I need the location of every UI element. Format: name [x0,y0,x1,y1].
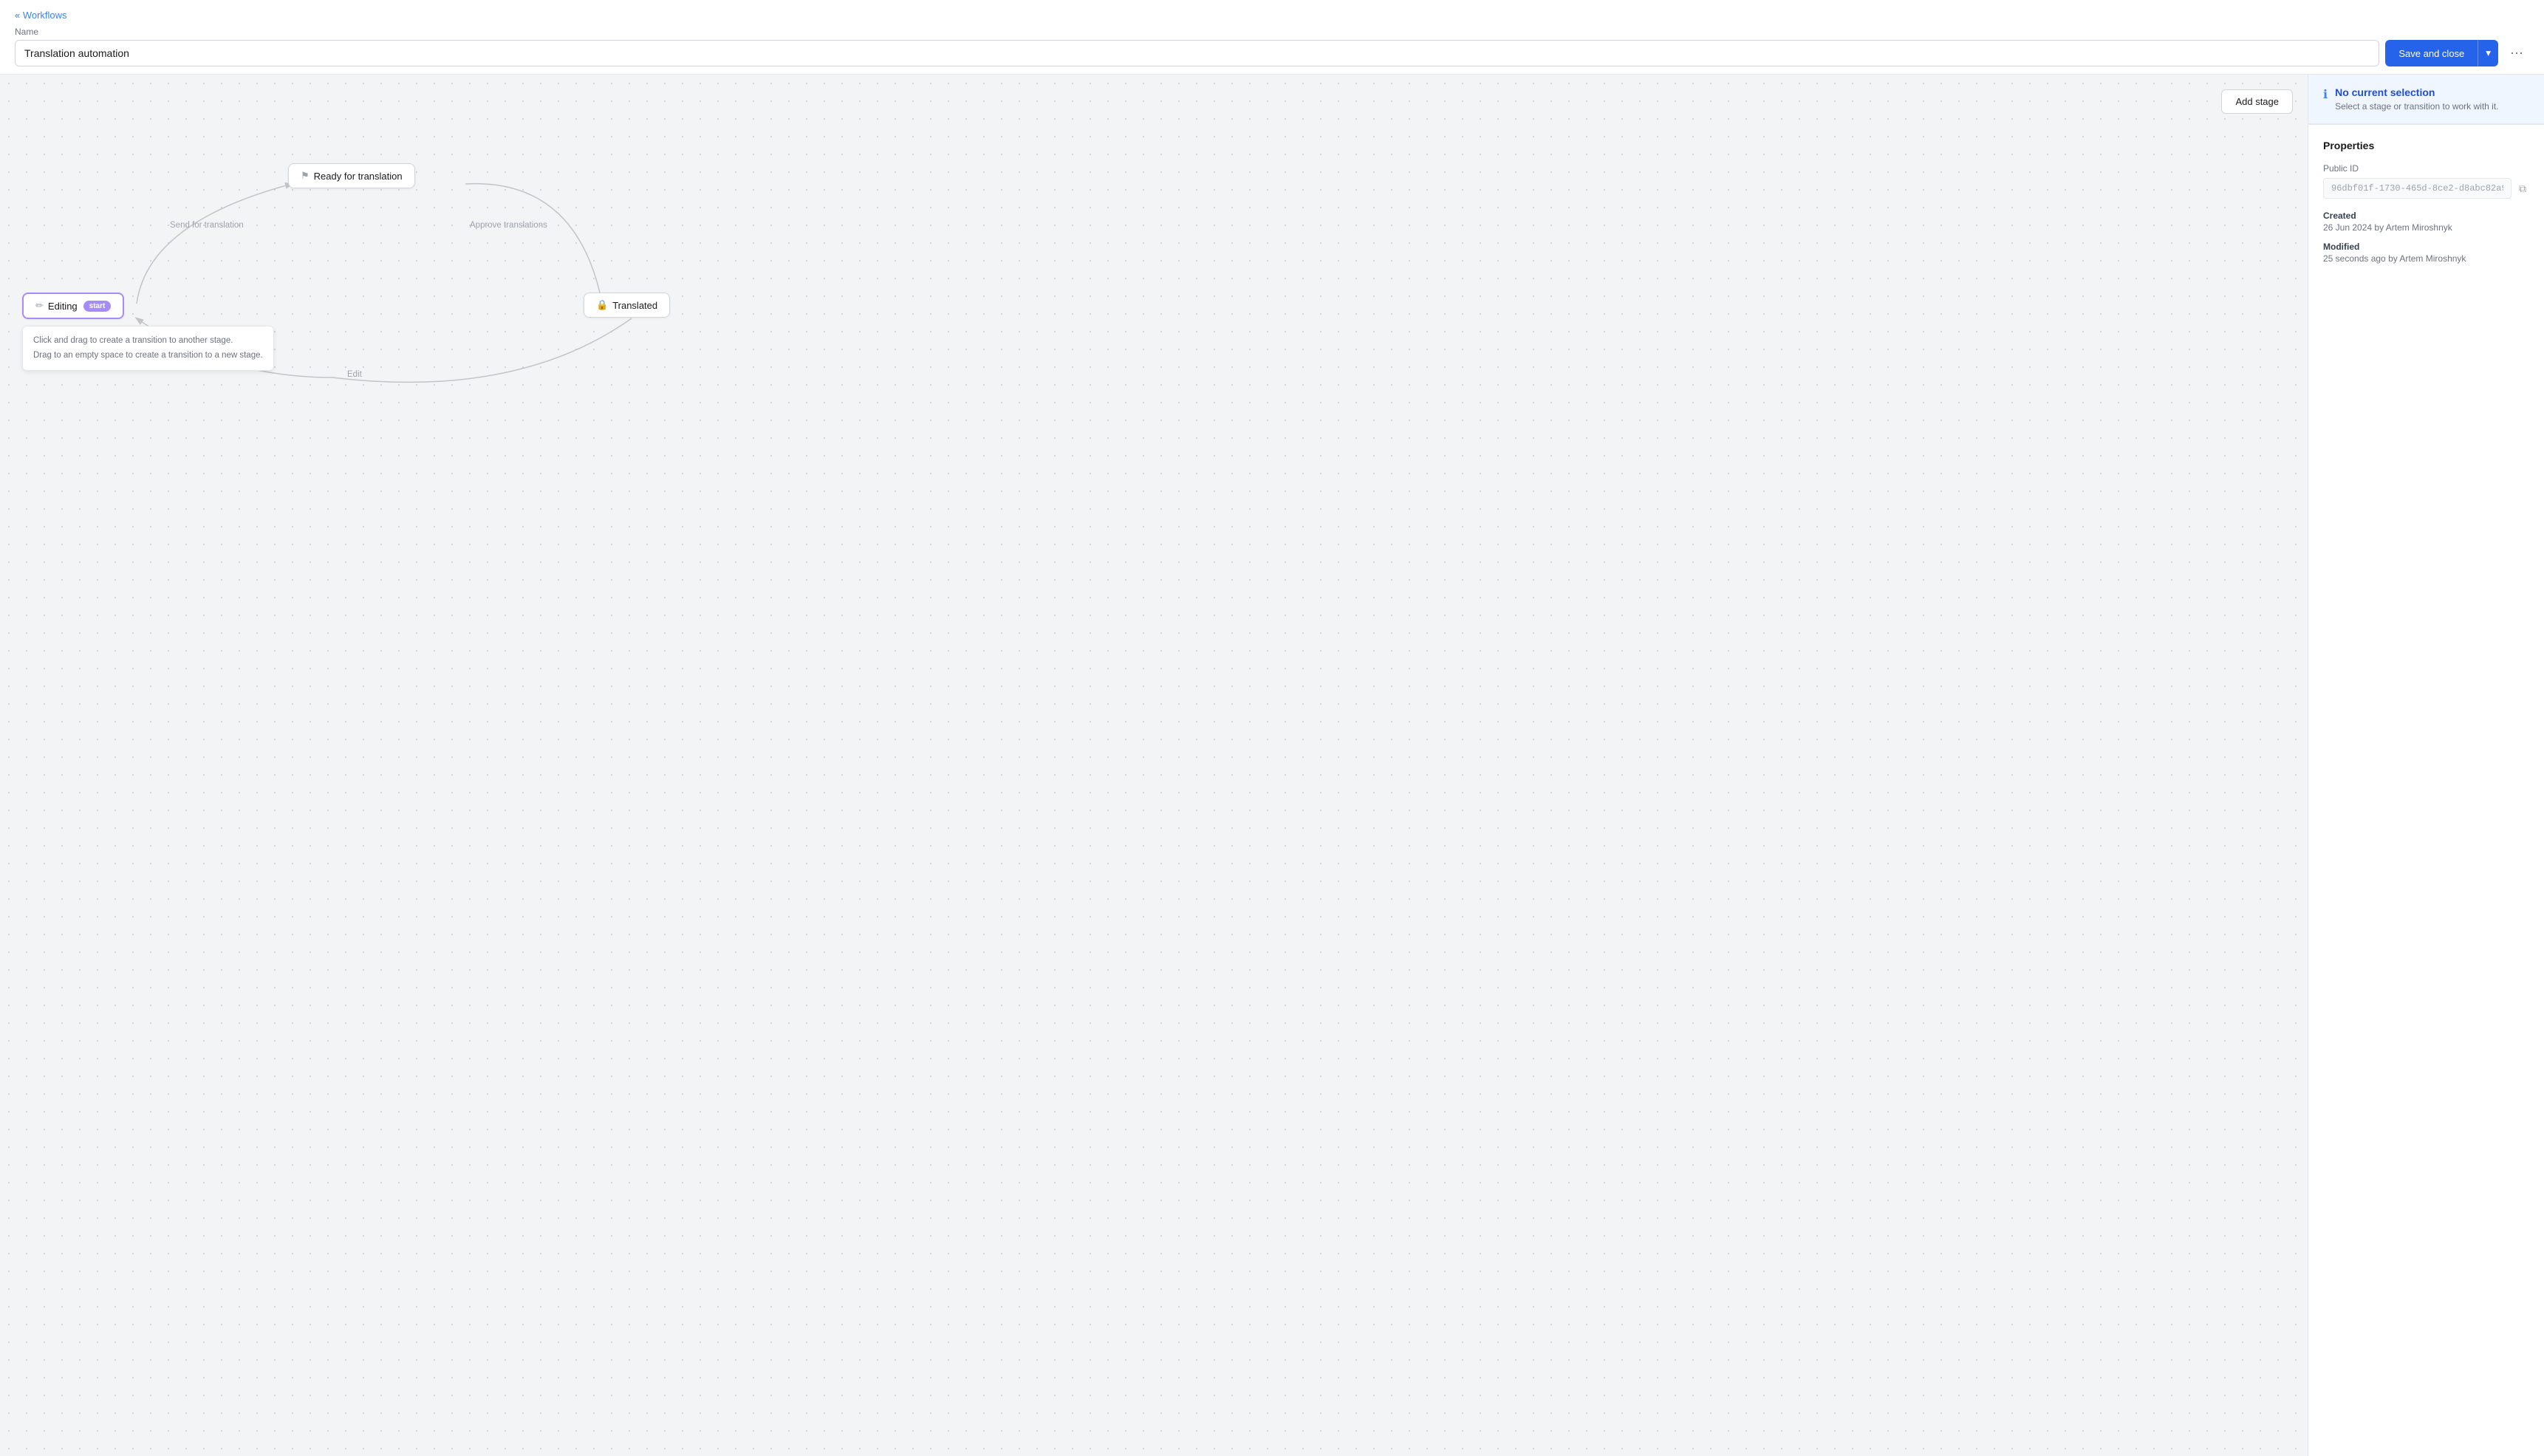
tooltip-line1: Click and drag to create a transition to… [33,334,263,349]
name-label: Name [15,27,2529,37]
created-label: Created [2323,211,2529,221]
start-badge: start [83,301,112,312]
properties-section: Properties Public ID ⧉ Created 26 Jun 20… [2308,125,2544,287]
add-stage-button[interactable]: Add stage [2221,89,2293,114]
transition-approve: Approve translations [470,221,547,230]
tooltip-line2: Drag to an empty space to create a trans… [33,349,263,363]
transition-send: Send for translation [170,221,244,230]
workflow-canvas[interactable]: Add stage ✏ Editing start ⚑ Ready for tr… [0,75,2308,1456]
more-options-button[interactable]: ⋯ [2504,46,2529,61]
created-value: 26 Jun 2024 by Artem Miroshnyk [2323,222,2529,233]
transition-edit: Edit [347,370,362,379]
properties-title: Properties [2323,140,2529,151]
modified-label: Modified [2323,242,2529,252]
modified-block: Modified 25 seconds ago by Artem Miroshn… [2323,242,2529,264]
editing-icon: ✏ [35,300,44,312]
translated-icon: 🔒 [596,299,608,311]
translated-label: Translated [612,300,657,311]
stage-editing[interactable]: ✏ Editing start [22,293,124,319]
right-panel: ℹ No current selection Select a stage or… [2308,75,2544,1456]
no-selection-desc: Select a stage or transition to work wit… [2335,101,2498,112]
save-chevron-button[interactable]: ▾ [2478,40,2498,66]
public-id-label: Public ID [2323,163,2529,174]
ready-label: Ready for translation [314,171,403,182]
ready-icon: ⚑ [301,170,310,182]
chevron-down-icon: ▾ [2486,47,2491,59]
name-row: Save and close ▾ ⋯ [15,40,2529,66]
no-selection-title: No current selection [2335,86,2498,98]
top-bar: « Workflows Name Save and close ▾ ⋯ [0,0,2544,75]
main-area: Add stage ✏ Editing start ⚑ Ready for tr… [0,75,2544,1456]
created-block: Created 26 Jun 2024 by Artem Miroshnyk [2323,211,2529,233]
save-button[interactable]: Save and close [2385,40,2478,66]
save-btn-group: Save and close ▾ [2385,40,2498,66]
stage-ready[interactable]: ⚑ Ready for translation [288,163,415,188]
public-id-row: ⧉ [2323,178,2529,199]
stage-translated[interactable]: 🔒 Translated [584,293,670,318]
arrows-svg [0,75,2308,1456]
editing-label: Editing [48,301,78,312]
info-icon: ℹ [2323,87,2328,102]
no-selection-box: ℹ No current selection Select a stage or… [2308,75,2544,124]
modified-value: 25 seconds ago by Artem Miroshnyk [2323,253,2529,264]
copy-id-button[interactable]: ⧉ [2516,180,2529,198]
back-link[interactable]: « Workflows [15,10,67,21]
workflow-name-input[interactable] [15,40,2379,66]
no-selection-content: No current selection Select a stage or t… [2335,86,2498,112]
drag-tooltip: Click and drag to create a transition to… [22,326,274,371]
public-id-input [2323,178,2511,199]
